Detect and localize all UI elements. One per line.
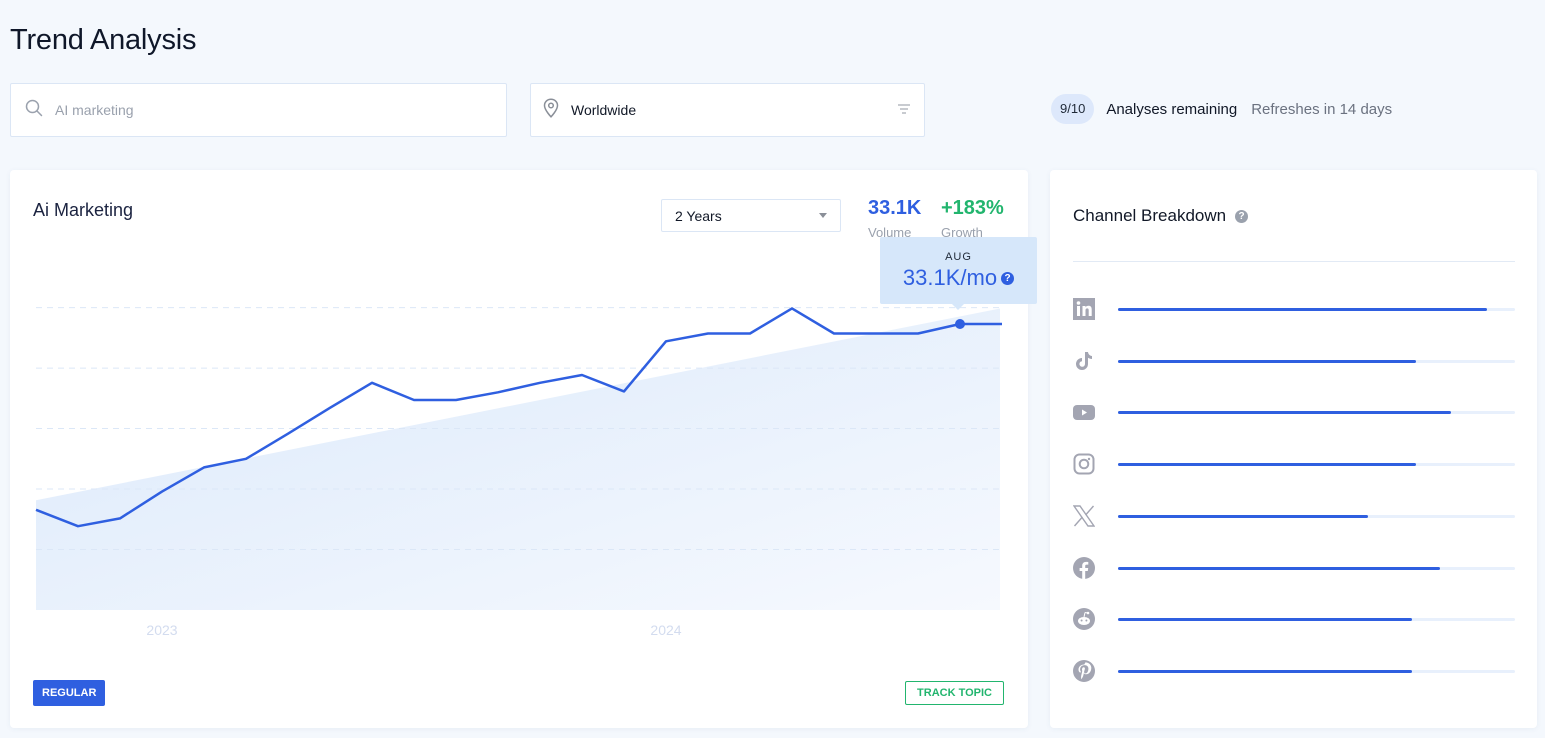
channel-bar-fill: [1118, 307, 1488, 311]
x-icon: [1073, 505, 1095, 527]
channel-bar-track: [1118, 359, 1515, 363]
facebook-icon: [1073, 557, 1095, 579]
location-value: Worldwide: [571, 102, 637, 118]
growth-metric: +183% Growth: [941, 197, 1004, 240]
x-tick-label: 2023: [146, 622, 177, 638]
channel-bar-fill: [1118, 462, 1416, 466]
trend-area: [36, 308, 1000, 610]
x-tick-label: 2024: [650, 622, 681, 638]
youtube-icon: [1073, 401, 1095, 423]
quota-label: Analyses remaining: [1106, 100, 1238, 118]
location-select[interactable]: Worldwide: [530, 83, 925, 137]
period-value: 2 Years: [675, 207, 722, 224]
volume-metric: 33.1K Volume: [868, 197, 921, 240]
channel-title-text: Channel Breakdown: [1073, 206, 1227, 225]
channel-bar-track: [1118, 462, 1515, 466]
filter-icon[interactable]: [898, 101, 910, 119]
search-input[interactable]: [55, 102, 475, 118]
quota-refresh-text: Refreshes in 14 days: [1251, 100, 1393, 118]
search-field[interactable]: [10, 83, 507, 137]
channel-bar-fill: [1118, 410, 1452, 414]
channel-row-youtube: [1073, 400, 1515, 424]
channel-bar-track: [1118, 617, 1515, 621]
track-topic-button[interactable]: TRACK TOPIC: [905, 681, 1004, 705]
search-icon: [25, 99, 43, 122]
divider: [1073, 261, 1515, 262]
trend-title: Ai Marketing: [33, 200, 134, 220]
channel-breakdown-title: Channel Breakdown ?: [1073, 206, 1249, 226]
channel-row-pinterest: [1073, 659, 1515, 683]
channel-row-reddit: [1073, 607, 1515, 631]
chevron-down-icon: [819, 213, 827, 218]
channel-bar-fill: [1118, 514, 1369, 518]
tooltip-value: 33.1K/mo: [902, 265, 998, 290]
reddit-icon: [1073, 608, 1095, 630]
quota-badge: 9/10: [1051, 94, 1095, 124]
channel-row-facebook: [1073, 556, 1515, 580]
help-icon[interactable]: ?: [1235, 209, 1249, 223]
page-title: Trend Analysis: [10, 24, 197, 56]
instagram-icon: [1073, 453, 1095, 475]
trend-chart: 2023 2024: [35, 307, 1002, 638]
channel-row-tiktok: [1073, 349, 1515, 373]
analyses-quota: 9/10 Analyses remaining Refreshes in 14 …: [1051, 94, 1392, 124]
channel-bar-track: [1118, 566, 1515, 570]
map-pin-icon: [543, 97, 559, 123]
regular-badge-button[interactable]: REGULAR: [33, 680, 106, 706]
period-dropdown[interactable]: 2 Years: [661, 199, 841, 232]
channel-row-instagram: [1073, 452, 1515, 476]
highlight-point: [955, 319, 965, 329]
pinterest-icon: [1073, 660, 1095, 682]
channel-bar-fill: [1118, 566, 1440, 570]
linkedin-icon: [1073, 298, 1095, 320]
trend-card: 2023 2024 Ai Marketing 2 Years 33.1K Volu…: [10, 170, 1037, 728]
channel-bar-track: [1118, 410, 1515, 414]
channel-bar-track: [1118, 514, 1515, 518]
help-icon[interactable]: ?: [1001, 271, 1015, 285]
channel-bar-track: [1118, 669, 1515, 673]
channel-bar-track: [1118, 307, 1515, 311]
channel-bar-fill: [1118, 617, 1412, 621]
volume-value: 33.1K: [868, 197, 922, 219]
growth-value: +183%: [941, 197, 1004, 219]
channel-row-x: [1073, 504, 1515, 528]
channel-breakdown-card: Channel Breakdown ?: [1050, 170, 1537, 728]
tiktok-icon: [1073, 350, 1095, 372]
channel-row-linkedin: [1073, 297, 1515, 321]
chart-tooltip: AUG 33.1K/mo?: [880, 237, 1037, 310]
channel-bar-fill: [1118, 359, 1416, 363]
tooltip-month: AUG: [945, 251, 972, 263]
channel-bar-fill: [1118, 669, 1412, 673]
